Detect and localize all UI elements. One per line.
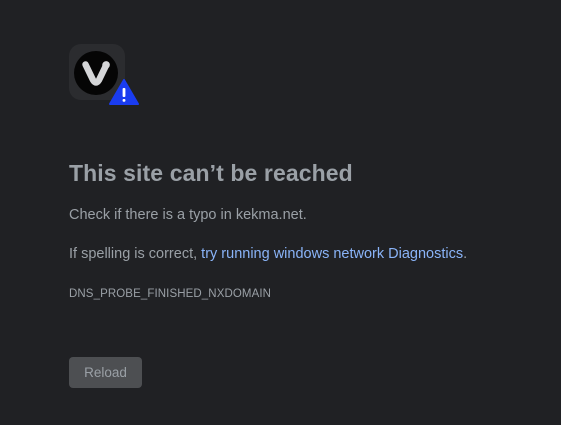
diagnostics-hint: If spelling is correct, try running wind… bbox=[69, 246, 467, 262]
error-code: DNS_PROBE_FINISHED_NXDOMAIN bbox=[69, 288, 272, 300]
diagnostics-hint-prefix: If spelling is correct, bbox=[69, 246, 202, 262]
diagnostics-link[interactable]: try running windows network Diagnostics bbox=[201, 246, 463, 262]
reload-button[interactable]: Reload bbox=[69, 357, 142, 388]
vivaldi-warning-icon bbox=[69, 44, 141, 108]
page-title: This site can’t be reached bbox=[69, 160, 353, 186]
typo-hint: Check if there is a typo in kekma.net. bbox=[69, 207, 307, 223]
diagnostics-hint-suffix: . bbox=[463, 246, 468, 262]
error-page: This site can’t be reached Check if ther… bbox=[0, 0, 561, 425]
